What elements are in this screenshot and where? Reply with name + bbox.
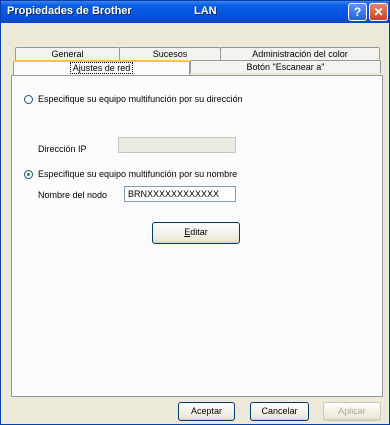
tab-sucesos-label: Sucesos bbox=[152, 49, 188, 59]
name-option-label[interactable]: Especifique su equipo multifunción por s… bbox=[38, 169, 237, 179]
address-option-label[interactable]: Especifique su equipo multifunción por s… bbox=[38, 94, 243, 104]
tab-administracion-color-label: Administración del color bbox=[252, 49, 348, 59]
close-icon: ✕ bbox=[373, 5, 384, 19]
title-bar[interactable]: Propiedades de Brother LAN ? ✕ bbox=[1, 1, 389, 23]
tab-general[interactable]: General bbox=[15, 47, 120, 60]
window-title: Propiedades de Brother bbox=[7, 5, 132, 17]
tab-panel-ajustes-red: Especifique su equipo multifunción por s… bbox=[11, 75, 383, 397]
tab-sucesos[interactable]: Sucesos bbox=[119, 47, 221, 60]
ip-address-field[interactable] bbox=[118, 137, 236, 153]
question-icon: ? bbox=[353, 5, 362, 19]
ok-button-label: Aceptar bbox=[190, 406, 223, 416]
node-name-label: Nombre del nodo bbox=[38, 190, 108, 200]
ip-address-label: Dirección IP bbox=[38, 144, 87, 154]
tab-administracion-color[interactable]: Administración del color bbox=[220, 47, 380, 60]
cancel-button[interactable]: Cancelar bbox=[250, 402, 309, 421]
tab-row-front: Ajustes de red Botón "Escanear a" bbox=[11, 60, 383, 75]
address-radio[interactable] bbox=[24, 95, 33, 104]
cancel-button-label: Cancelar bbox=[261, 406, 298, 416]
name-radio[interactable] bbox=[24, 170, 33, 179]
tab-ajustes-red[interactable]: Ajustes de red bbox=[13, 60, 190, 75]
tab-ajustes-red-label: Ajustes de red bbox=[69, 62, 134, 74]
properties-dialog: Propiedades de Brother LAN ? ✕ General S… bbox=[0, 0, 390, 425]
close-button[interactable]: ✕ bbox=[369, 3, 388, 21]
tab-row-back: General Sucesos Administración del color bbox=[11, 47, 383, 60]
edit-button[interactable]: Editar bbox=[152, 222, 240, 244]
edit-button-rest: ditar bbox=[190, 227, 208, 237]
node-name-field[interactable]: BRNXXXXXXXXXXXX bbox=[124, 186, 236, 202]
tab-boton-escanear-label: Botón "Escanear a" bbox=[246, 62, 325, 72]
tab-general-label: General bbox=[51, 49, 84, 59]
help-button[interactable]: ? bbox=[348, 3, 367, 21]
apply-button[interactable]: Aplicar bbox=[323, 402, 381, 421]
apply-button-label: Aplicar bbox=[338, 406, 366, 416]
ok-button[interactable]: Aceptar bbox=[178, 402, 235, 421]
tab-boton-escanear[interactable]: Botón "Escanear a" bbox=[190, 60, 381, 73]
window-title-suffix: LAN bbox=[194, 5, 217, 17]
